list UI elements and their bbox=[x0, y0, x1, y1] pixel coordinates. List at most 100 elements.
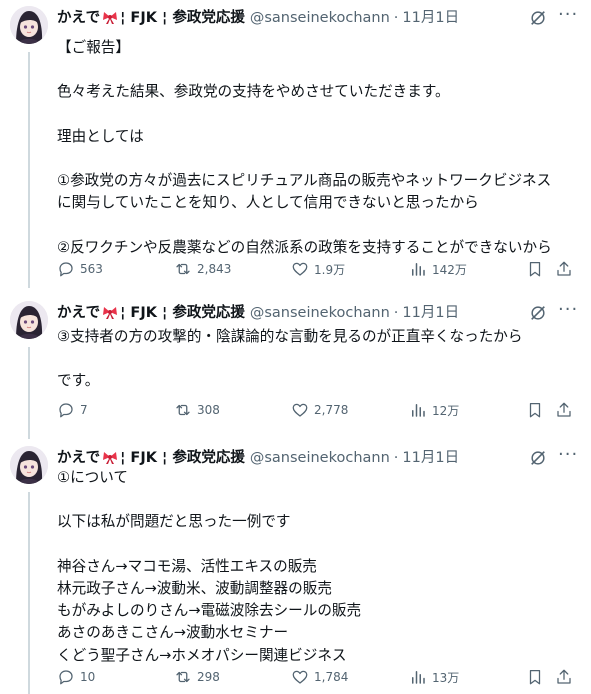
tweet-header: かえで ¦ FJK ¦ 参政党応援 @sanseinekochann · 11月… bbox=[57, 8, 459, 28]
thread-connector bbox=[28, 347, 30, 439]
ribbon-emoji bbox=[103, 452, 118, 464]
author-tagline[interactable]: ¦ FJK ¦ 参政党応援 bbox=[120, 8, 245, 28]
text-line: あさのあきこさん→波動水セミナー bbox=[57, 624, 289, 642]
tweet-header: かえで ¦ FJK ¦ 参政党応援 @sanseinekochann · 11月… bbox=[57, 303, 459, 323]
views-icon bbox=[412, 263, 425, 276]
tweet-text: ③支持者の方の攻撃的・陰謀論的な言動を見るのが正直辛くなったから です。 bbox=[57, 326, 523, 393]
text-line bbox=[57, 148, 552, 170]
view-count: 142万 bbox=[432, 262, 467, 277]
separator: · bbox=[393, 450, 399, 466]
share-button[interactable] bbox=[555, 260, 578, 278]
views-button[interactable]: 12万 bbox=[409, 401, 459, 419]
more-icon[interactable]: ··· bbox=[558, 301, 577, 321]
more-icon[interactable]: ··· bbox=[558, 446, 577, 466]
grok-icon[interactable] bbox=[529, 304, 547, 322]
bookmark-button[interactable] bbox=[526, 668, 549, 686]
heart-icon bbox=[292, 262, 308, 276]
avatar[interactable] bbox=[10, 6, 48, 44]
like-button[interactable]: 1,784 bbox=[291, 668, 348, 686]
post-date[interactable]: 11月1日 bbox=[402, 8, 459, 28]
action-bar: 10 298 1,784 13万 bbox=[57, 668, 577, 688]
share-icon bbox=[557, 669, 571, 684]
repost-count: 308 bbox=[197, 403, 220, 417]
tweet-3[interactable]: かえで ¦ FJK ¦ 参政党応援 @sanseinekochann · 11月… bbox=[0, 440, 591, 694]
author-name[interactable]: かえで bbox=[57, 8, 100, 28]
repost-button[interactable]: 308 bbox=[174, 401, 220, 419]
reply-icon bbox=[59, 670, 73, 685]
author-handle[interactable]: @sanseinekochann bbox=[250, 303, 390, 323]
reply-button[interactable]: 563 bbox=[57, 260, 103, 278]
bookmark-icon bbox=[529, 261, 541, 277]
avatar-image bbox=[10, 6, 48, 44]
share-icon bbox=[557, 261, 571, 276]
grok-icon[interactable] bbox=[529, 449, 547, 467]
like-count: 1.9万 bbox=[314, 262, 346, 277]
heart-icon bbox=[292, 403, 308, 417]
repost-button[interactable]: 298 bbox=[174, 668, 220, 686]
bookmark-button[interactable] bbox=[526, 401, 549, 419]
thread-connector bbox=[28, 52, 30, 288]
text-line bbox=[57, 534, 361, 556]
reply-icon bbox=[59, 403, 73, 418]
reply-icon bbox=[59, 262, 73, 277]
bookmark-icon bbox=[529, 402, 541, 418]
author-tagline[interactable]: ¦ FJK ¦ 参政党応援 bbox=[120, 448, 245, 468]
views-icon bbox=[412, 404, 425, 417]
text-line bbox=[57, 215, 552, 237]
author-name[interactable]: かえで bbox=[57, 448, 100, 468]
tweet-text: ①について 以下は私が問題だと思った一例です 神谷さん→マコモ湯、活性エキスの販… bbox=[57, 467, 361, 667]
repost-icon bbox=[176, 404, 190, 416]
text-line: です。 bbox=[57, 372, 100, 390]
more-icon[interactable]: ··· bbox=[558, 6, 577, 26]
text-line: 理由としては bbox=[57, 127, 144, 145]
reply-count: 10 bbox=[80, 670, 96, 684]
text-line: ①について bbox=[57, 469, 129, 486]
text-line bbox=[57, 348, 523, 370]
repost-icon bbox=[176, 263, 190, 275]
like-button[interactable]: 2,778 bbox=[291, 401, 348, 419]
avatar[interactable] bbox=[10, 446, 48, 484]
tweet-1[interactable]: かえで ¦ FJK ¦ 参政党応援 @sanseinekochann · 11月… bbox=[0, 0, 591, 288]
share-button[interactable] bbox=[555, 668, 578, 686]
avatar-image bbox=[10, 446, 48, 484]
avatar[interactable] bbox=[10, 301, 48, 339]
author-tagline[interactable]: ¦ FJK ¦ 参政党応援 bbox=[120, 303, 245, 323]
text-line: に関与していたことを知り、人として信用できないと思ったから bbox=[57, 194, 479, 212]
repost-count: 2,843 bbox=[197, 262, 232, 276]
like-button[interactable]: 1.9万 bbox=[291, 260, 345, 278]
reply-button[interactable]: 7 bbox=[57, 401, 88, 419]
like-count: 1,784 bbox=[314, 670, 349, 684]
tweet-text: 【ご報告】 色々考えた結果、参政党の支持をやめさせていただきます。 理由としては… bbox=[57, 37, 552, 259]
views-button[interactable]: 13万 bbox=[409, 668, 459, 686]
repost-button[interactable]: 2,843 bbox=[174, 260, 231, 278]
text-line: くどう聖子さん→ホメオパシー関連ビジネス bbox=[57, 646, 347, 664]
action-bar: 563 2,843 1.9万 142万 bbox=[57, 260, 577, 280]
share-button[interactable] bbox=[555, 401, 578, 419]
author-handle[interactable]: @sanseinekochann bbox=[250, 8, 390, 28]
view-count: 12万 bbox=[432, 403, 460, 418]
post-date[interactable]: 11月1日 bbox=[402, 303, 459, 323]
author-name[interactable]: かえで bbox=[57, 303, 100, 323]
text-line: もがみよしのりさん→電磁波除去シールの販売 bbox=[57, 602, 362, 620]
reply-button[interactable]: 10 bbox=[57, 668, 95, 686]
heart-icon bbox=[292, 670, 308, 684]
bookmark-button[interactable] bbox=[526, 260, 549, 278]
thread-connector bbox=[28, 492, 30, 694]
views-icon bbox=[412, 671, 425, 684]
like-count: 2,778 bbox=[314, 403, 349, 417]
post-date[interactable]: 11月1日 bbox=[402, 448, 459, 468]
view-count: 13万 bbox=[432, 670, 460, 685]
grok-icon[interactable] bbox=[529, 9, 547, 27]
tweet-2[interactable]: かえで ¦ FJK ¦ 参政党応援 @sanseinekochann · 11月… bbox=[0, 295, 591, 439]
action-bar: 7 308 2,778 12万 bbox=[57, 401, 577, 421]
views-button[interactable]: 142万 bbox=[409, 260, 467, 278]
bookmark-icon bbox=[529, 669, 541, 685]
author-handle[interactable]: @sanseinekochann bbox=[250, 448, 390, 468]
text-line: 神谷さん→マコモ湯、活性エキスの販売 bbox=[57, 557, 317, 575]
separator: · bbox=[393, 10, 399, 26]
text-line: 【ご報告】 bbox=[57, 39, 130, 56]
share-icon bbox=[557, 402, 571, 417]
reply-count: 7 bbox=[80, 403, 88, 417]
repost-icon bbox=[176, 671, 190, 683]
text-line bbox=[57, 104, 552, 126]
